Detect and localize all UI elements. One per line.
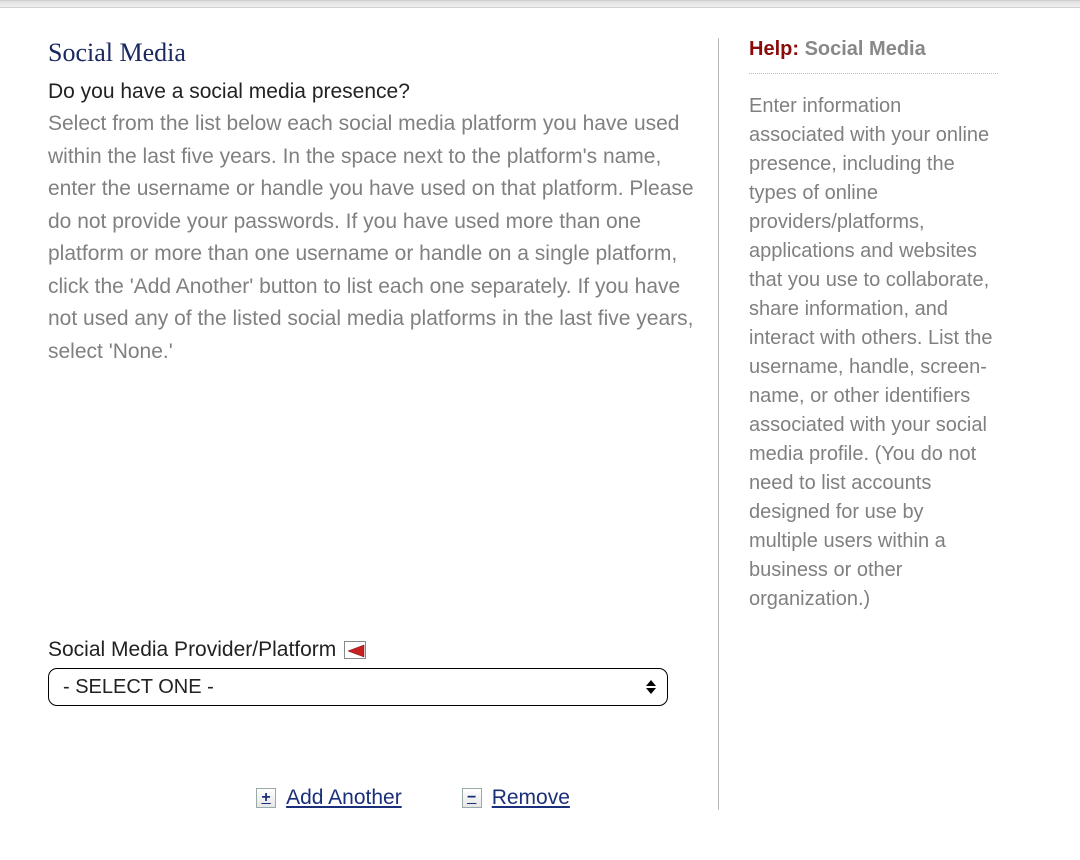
platform-select[interactable]: - SELECT ONE - [48, 668, 668, 706]
instructions-text: Select from the list below each social m… [48, 108, 698, 368]
question-text: Do you have a social media presence? [48, 80, 698, 104]
add-another-label: Add Another [286, 786, 402, 810]
help-divider [749, 73, 998, 74]
top-border [0, 0, 1080, 8]
plus-icon: + [256, 788, 276, 808]
platform-label: Social Media Provider/Platform [48, 638, 336, 662]
help-label: Help: [749, 38, 799, 60]
remove-button[interactable]: − Remove [462, 786, 570, 810]
minus-icon: − [462, 788, 482, 808]
required-icon [344, 641, 366, 659]
field-label-row: Social Media Provider/Platform [48, 638, 698, 662]
help-heading: Help: Social Media [749, 38, 998, 61]
platform-select-wrap: - SELECT ONE - [48, 668, 668, 706]
main-column: Social Media Do you have a social media … [48, 38, 698, 810]
add-another-button[interactable]: + Add Another [256, 786, 402, 810]
help-body: Enter information associated with your o… [749, 92, 998, 614]
section-title: Social Media [48, 38, 698, 68]
actions-row: + Add Another − Remove [48, 786, 698, 810]
form-container: Social Media Do you have a social media … [0, 8, 1080, 830]
help-column: Help: Social Media Enter information ass… [718, 38, 998, 810]
platform-field: Social Media Provider/Platform - SELECT … [48, 638, 698, 706]
help-title: Social Media [805, 38, 926, 60]
remove-label: Remove [492, 786, 570, 810]
